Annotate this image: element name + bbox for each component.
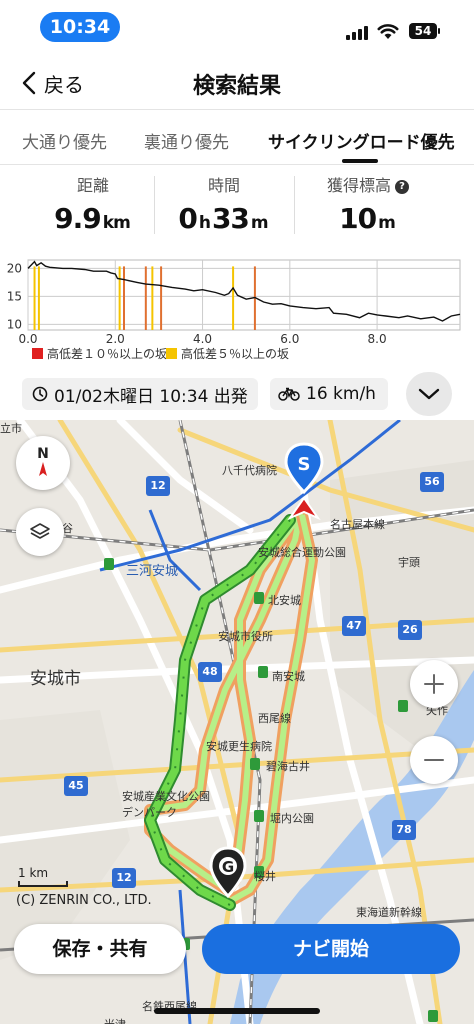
- minus-icon: [424, 759, 444, 761]
- map-label: 南安城: [272, 670, 305, 683]
- chevron-down-icon: [418, 388, 440, 400]
- road-shield: 26: [398, 620, 422, 640]
- map-label: 名古屋本線: [330, 518, 385, 531]
- elevation-label: 獲得標高?: [293, 172, 443, 196]
- tab-main-road[interactable]: 大通り優先: [22, 128, 107, 153]
- departure-row: 01/02木曜日 10:34 出発 16 km/h: [0, 372, 474, 418]
- compass-button[interactable]: N: [16, 436, 70, 490]
- departure-text: 01/02木曜日 10:34 出発: [54, 386, 248, 407]
- route-tabs: 大通り優先 裏通り優先 サイクリングロード優先: [0, 111, 474, 165]
- legend-swatch-yellow: [166, 348, 177, 359]
- map-label: 立市: [0, 422, 22, 435]
- road-shield: 78: [392, 820, 416, 840]
- time-value: 0 h33 m: [178, 202, 268, 235]
- scale-line: [18, 881, 68, 887]
- distance-value: 9.9 km: [54, 202, 131, 235]
- page-title: 検索結果: [192, 74, 281, 99]
- home-indicator: [154, 1008, 320, 1014]
- x-tick-label: 0.0: [18, 332, 37, 346]
- map-label: 北安城: [268, 594, 301, 607]
- x-tick-label: 2.0: [106, 332, 125, 346]
- x-tick-label: 4.0: [193, 332, 212, 346]
- expand-options-button[interactable]: [406, 372, 452, 416]
- goal-marker[interactable]: G: [206, 846, 250, 908]
- map-copyright: (C) ZENRIN CO., LTD.: [16, 893, 152, 908]
- map-label: 西尾線: [258, 712, 291, 725]
- start-marker-label: S: [298, 454, 311, 475]
- battery-indicator: 54: [409, 23, 437, 39]
- x-tick-label: 8.0: [368, 332, 387, 346]
- distance-label: 距離: [76, 176, 109, 195]
- speed-text: 16 km/h: [306, 384, 376, 404]
- road-shield: 12: [112, 868, 136, 888]
- departure-time-chip[interactable]: 01/02木曜日 10:34 出発: [22, 378, 258, 410]
- legend-label: 高低差１０％以上の坂: [47, 347, 168, 361]
- goal-marker-label: G: [222, 858, 234, 876]
- clock-icon: [32, 386, 48, 402]
- map-label: 三河安城: [126, 564, 179, 579]
- legend-steep-5: 高低差５％以上の坂: [166, 345, 289, 362]
- zoom-out-button[interactable]: [410, 736, 458, 784]
- y-tick-label: 10: [7, 317, 22, 331]
- wifi-icon: [377, 24, 399, 39]
- legend-swatch-red: [32, 348, 43, 359]
- map-label: 東海道新幹線: [356, 906, 422, 919]
- road-shield: 56: [420, 472, 444, 492]
- map-label: 八千代病院: [222, 464, 277, 477]
- map-layers-button[interactable]: [16, 508, 64, 556]
- elevation-line: [27, 260, 461, 322]
- map-label: 宇頭: [398, 556, 420, 569]
- map-label: 安城産業文化公園 デンパーク: [122, 790, 210, 819]
- tab-cycling-road[interactable]: サイクリングロード優先: [268, 128, 455, 153]
- legend-steep-10: 高低差１０％以上の坂: [32, 345, 167, 362]
- compass-icon: N: [37, 446, 49, 476]
- layers-icon: [30, 523, 50, 539]
- speed-chip[interactable]: 16 km/h: [270, 378, 388, 410]
- map-label: 米津: [104, 1016, 126, 1024]
- legend-label: 高低差５％以上の坂: [181, 347, 290, 361]
- map-label: 安城市: [30, 669, 81, 689]
- compass-label: N: [37, 446, 49, 462]
- stat-elevation: 獲得標高? 10 m: [293, 166, 443, 235]
- map-label: 碧海古井: [266, 760, 310, 773]
- plus-icon: [424, 674, 444, 694]
- status-time: 10:34: [40, 12, 120, 42]
- zoom-in-button[interactable]: [410, 660, 458, 708]
- help-icon[interactable]: ?: [395, 180, 409, 194]
- nav-header: 戻る 検索結果: [0, 56, 474, 110]
- start-marker[interactable]: S: [280, 440, 328, 522]
- elevation-value: 10 m: [339, 202, 396, 235]
- battery-tip: [438, 28, 440, 34]
- bicycle-icon: [278, 387, 300, 401]
- save-share-button[interactable]: 保存・共有: [14, 924, 186, 974]
- y-tick-label: 15: [7, 289, 22, 303]
- map-label: 安城総合運動公園: [258, 546, 346, 559]
- status-bar: 10:34 54: [0, 0, 474, 54]
- active-tab-indicator: [342, 159, 378, 163]
- map-label: 堀内公園: [270, 812, 314, 825]
- road-shield: 45: [64, 776, 88, 796]
- cellular-signal-icon: [346, 26, 368, 40]
- map-label: 安城市役所: [218, 630, 273, 643]
- time-label: 時間: [207, 176, 240, 195]
- scale-label: 1 km: [18, 866, 49, 880]
- road-shield: 12: [146, 476, 170, 496]
- start-navi-button[interactable]: ナビ開始: [202, 924, 460, 974]
- stat-distance: 距離 9.9 km: [18, 166, 168, 235]
- road-shield: 48: [198, 662, 222, 682]
- road-shield: 47: [342, 616, 366, 636]
- y-tick-label: 20: [7, 261, 22, 275]
- route-stats: 距離 9.9 km 時間 0 h33 m 獲得標高? 10 m: [0, 166, 474, 240]
- tab-back-road[interactable]: 裏通り優先: [144, 128, 229, 153]
- map-label: 桜井: [254, 870, 276, 883]
- stat-time: 時間 0 h33 m: [149, 166, 299, 235]
- map-label: 安城更生病院: [206, 740, 272, 753]
- x-tick-label: 6.0: [280, 332, 299, 346]
